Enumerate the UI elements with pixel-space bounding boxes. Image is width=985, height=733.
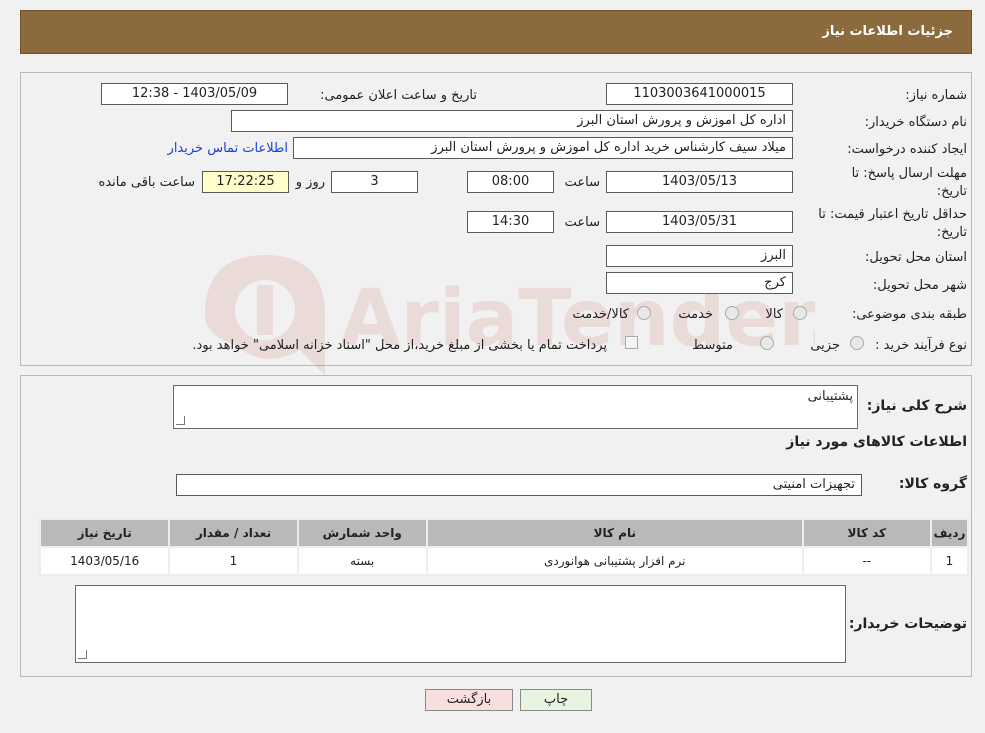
- price-validity-time-field: 14:30: [467, 211, 554, 233]
- announce-datetime-label: تاریخ و ساعت اعلان عمومی:: [320, 88, 477, 103]
- page-title: جزئیات اطلاعات نیاز: [822, 24, 953, 39]
- process-minor-radio[interactable]: [850, 336, 864, 350]
- category-goods-label: کالا: [765, 307, 783, 322]
- process-minor-label: جزیی: [810, 338, 840, 353]
- requester-field: میلاد سیف کارشناس خرید اداره کل اموزش و …: [293, 137, 793, 159]
- items-table-header: ردیف کد کالا نام کالا واحد شمارش تعداد /…: [41, 520, 967, 546]
- announce-datetime-field: 1403/05/09 - 12:38: [101, 83, 288, 105]
- process-type-label: نوع فرآیند خرید :: [875, 338, 967, 353]
- goods-group-label: گروه کالا:: [898, 476, 967, 492]
- deadline-time-field: 08:00: [467, 171, 554, 193]
- cell-qty: 1: [170, 548, 297, 574]
- price-validity-time-label: ساعت: [564, 215, 600, 230]
- buyer-notes-label: توضیحات خریدار:: [848, 616, 967, 632]
- province-label: استان محل تحویل:: [865, 250, 967, 265]
- resize-handle-icon[interactable]: [78, 650, 87, 659]
- col-date: تاریخ نیاز: [41, 520, 169, 546]
- price-validity-label: حداقل تاریخ اعتبار قیمت: تا تاریخ:: [818, 207, 967, 240]
- buyer-org-label: نام دستگاه خریدار:: [864, 115, 967, 130]
- treasury-note: پرداخت تمام یا بخشی از مبلغ خرید،از محل …: [192, 338, 607, 353]
- buyer-notes-field[interactable]: [75, 585, 846, 663]
- col-unit: واحد شمارش: [298, 520, 426, 546]
- need-number-field: 1103003641000015: [606, 83, 793, 105]
- city-label: شهر محل تحویل:: [872, 278, 967, 293]
- category-goods-radio[interactable]: [793, 306, 807, 320]
- cell-row: 1: [931, 548, 967, 574]
- requester-label: ایجاد کننده درخواست:: [847, 142, 967, 157]
- buyer-contact-link[interactable]: اطلاعات تماس خریدار: [168, 141, 288, 156]
- table-row: 1 -- نرم افزار پشتیبانی هوانوردی بسته 1 …: [41, 548, 967, 574]
- treasury-checkbox[interactable]: [625, 336, 638, 349]
- process-medium-label: متوسط: [692, 338, 733, 353]
- general-desc-text: پشتیبانی: [807, 389, 853, 404]
- col-code: کد کالا: [803, 520, 930, 546]
- deadline-time-label: ساعت: [564, 175, 600, 190]
- cell-code: --: [803, 548, 930, 574]
- category-service-radio[interactable]: [725, 306, 739, 320]
- items-table: ردیف کد کالا نام کالا واحد شمارش تعداد /…: [39, 518, 969, 576]
- col-name: نام کالا: [427, 520, 802, 546]
- print-button[interactable]: چاپ: [520, 689, 592, 711]
- category-label: طبقه بندی موضوعی:: [851, 307, 967, 322]
- goods-group-field: تجهیزات امنیتی: [176, 474, 862, 496]
- city-field: کرج: [606, 272, 793, 294]
- deadline-date-field: 1403/05/13: [606, 171, 793, 193]
- buyer-org-field: اداره کل اموزش و پرورش استان البرز: [231, 110, 793, 132]
- category-goods-service-radio[interactable]: [637, 306, 651, 320]
- col-qty: تعداد / مقدار: [170, 520, 297, 546]
- process-medium-radio[interactable]: [760, 336, 774, 350]
- price-validity-date-field: 1403/05/31: [606, 211, 793, 233]
- deadline-label: مهلت ارسال پاسخ: تا تاریخ:: [851, 166, 967, 199]
- category-goods-service-label: کالا/خدمت: [572, 307, 629, 322]
- cell-unit: بسته: [298, 548, 426, 574]
- deadline-days-field: 3: [331, 171, 418, 193]
- page-header: جزئیات اطلاعات نیاز: [20, 10, 972, 54]
- category-service-label: خدمت: [678, 307, 713, 322]
- remaining-time-field: 17:22:25: [202, 171, 289, 193]
- items-title: اطلاعات کالاهای مورد نیاز: [786, 434, 967, 450]
- back-button[interactable]: بازگشت: [425, 689, 513, 711]
- resize-handle-icon[interactable]: [176, 416, 185, 425]
- need-number-label: شماره نیاز:: [905, 88, 967, 103]
- general-desc-field[interactable]: پشتیبانی: [173, 385, 858, 429]
- cell-name: نرم افزار پشتیبانی هوانوردی: [427, 548, 802, 574]
- remaining-time-label: ساعت باقی مانده: [98, 175, 195, 190]
- cell-date: 1403/05/16: [41, 548, 169, 574]
- province-field: البرز: [606, 245, 793, 267]
- col-row: ردیف: [931, 520, 967, 546]
- general-desc-label: شرح کلی نیاز:: [866, 398, 967, 414]
- deadline-days-label: روز و: [295, 175, 325, 190]
